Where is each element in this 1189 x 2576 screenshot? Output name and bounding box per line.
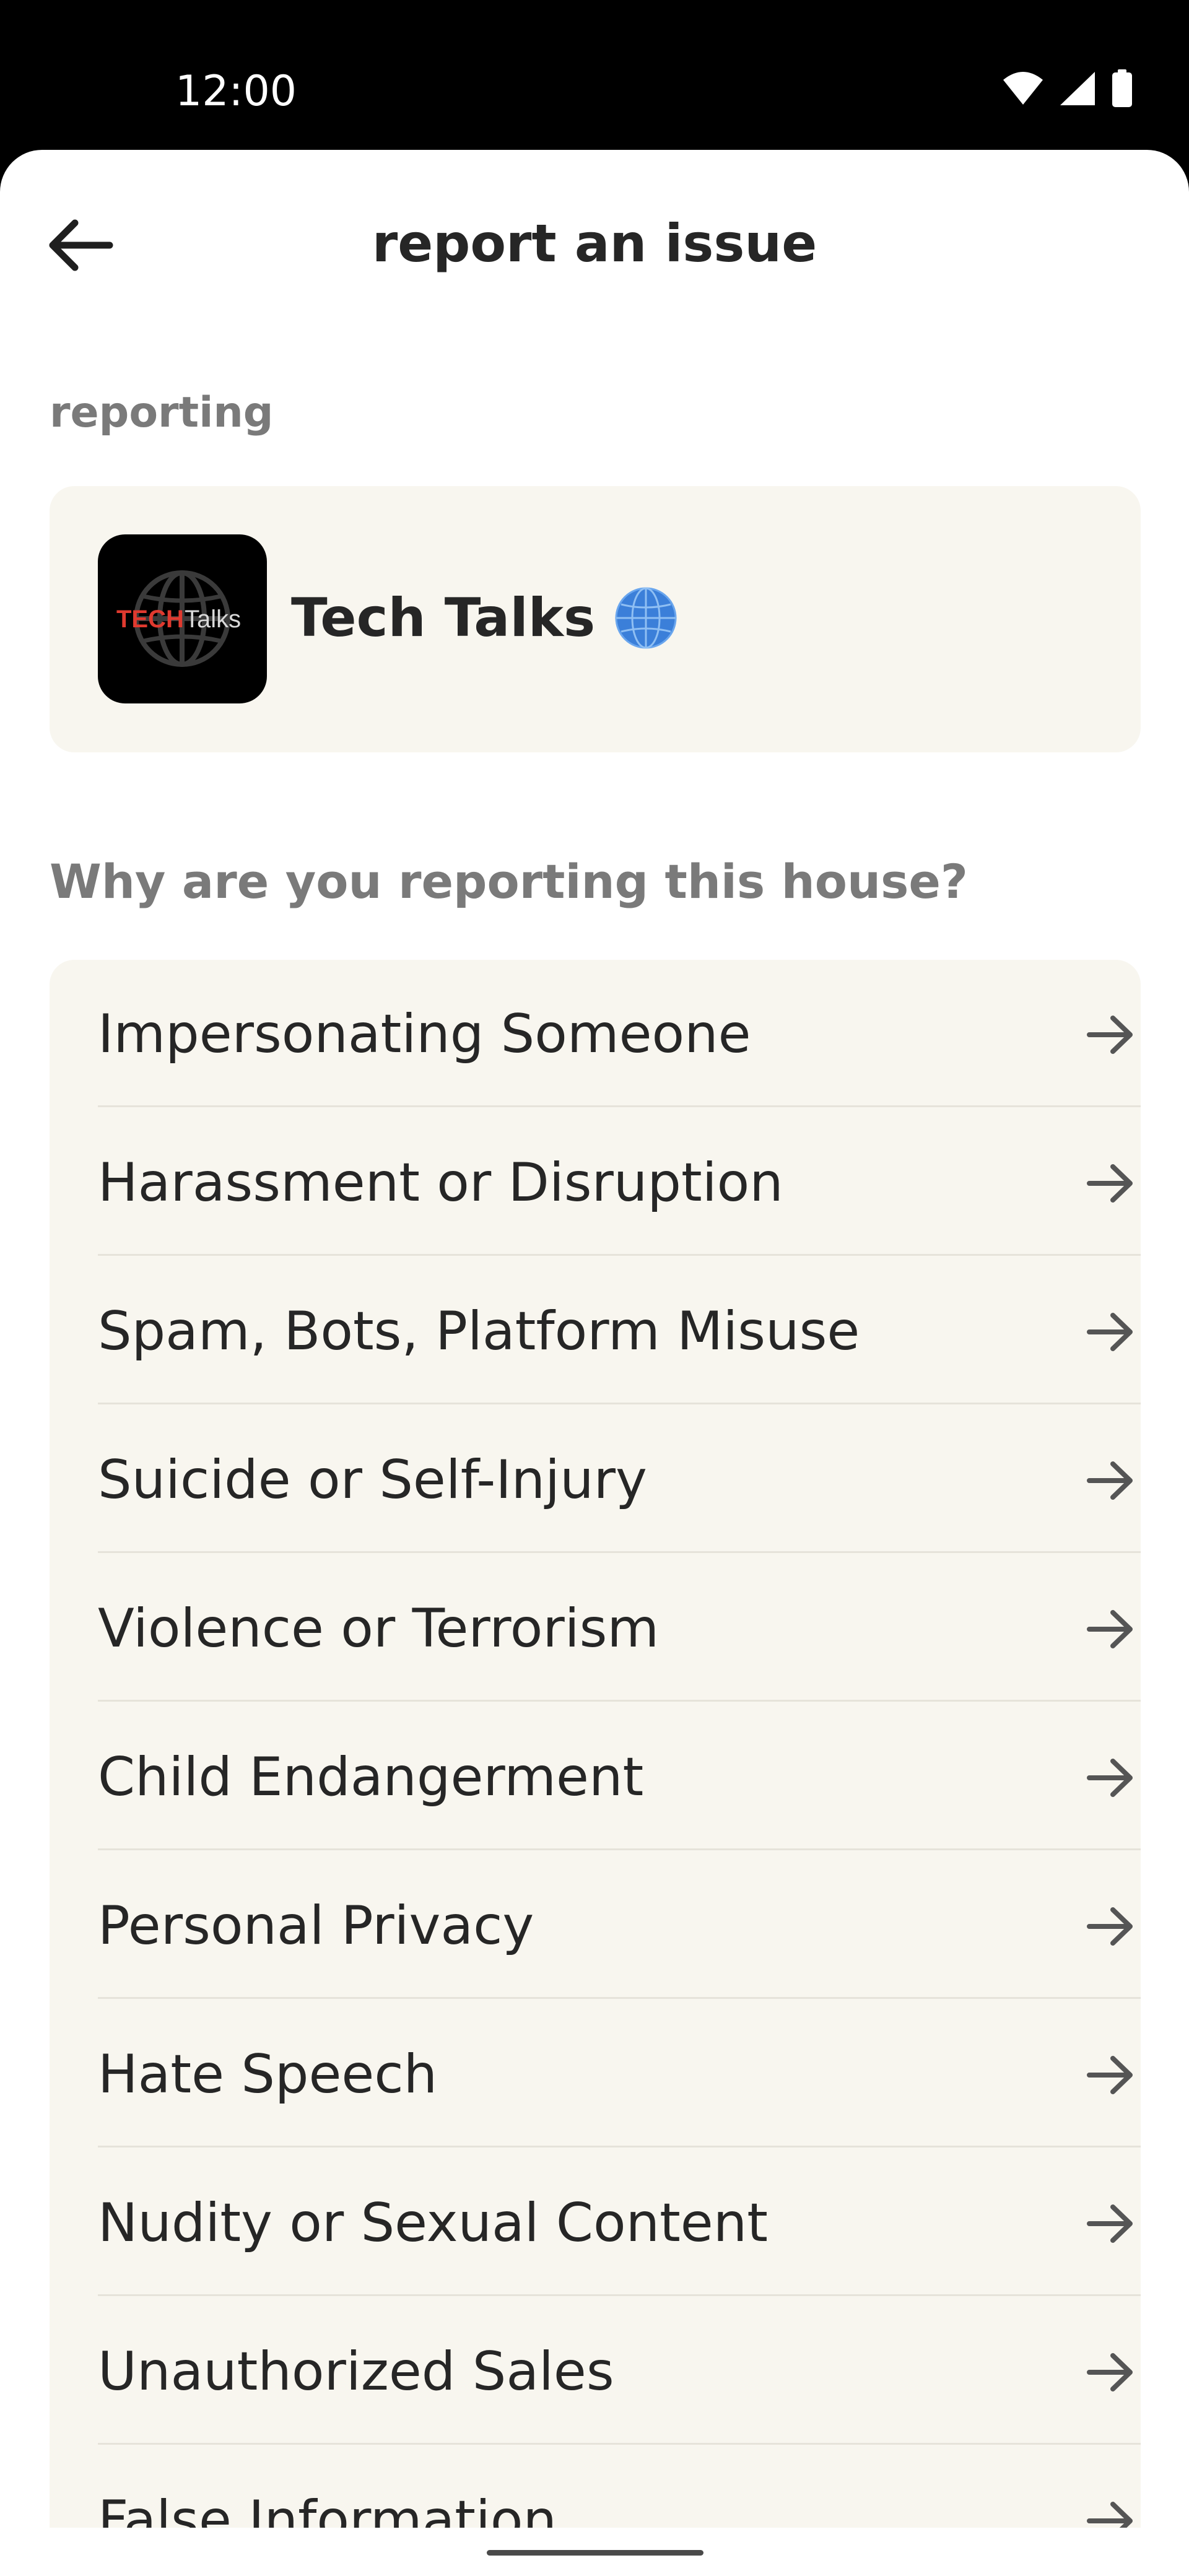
battery-icon	[1112, 69, 1132, 107]
arrow-right-icon	[1087, 1164, 1133, 1203]
arrow-right-icon	[1087, 2353, 1133, 2391]
reason-label: Spam, Bots, Platform Misuse	[98, 1300, 860, 1362]
globe-icon	[615, 587, 677, 649]
arrow-right-icon	[1087, 2204, 1133, 2243]
house-logo: TECH Talks	[98, 534, 267, 703]
reason-item-spam-bots-platform-misuse[interactable]: Spam, Bots, Platform Misuse	[98, 1257, 1141, 1404]
report-sheet: report an issue reporting TECH Talks Tec…	[0, 150, 1189, 2576]
reason-label: Harassment or Disruption	[98, 1152, 783, 1214]
logo-text-talks: Talks	[185, 606, 241, 633]
arrow-right-icon	[1087, 1313, 1133, 1351]
arrow-right-icon	[1087, 1610, 1133, 1648]
status-time: 12:00	[175, 67, 297, 116]
house-logo-image: TECH Talks	[116, 570, 241, 667]
reason-label: Child Endangerment	[98, 1746, 644, 1808]
status-bar: 12:00	[0, 0, 1189, 150]
reason-label: Personal Privacy	[98, 1895, 534, 1957]
arrow-right-icon	[1087, 1016, 1133, 1054]
reason-item-nudity-or-sexual-content[interactable]: Nudity or Sexual Content	[98, 2149, 1141, 2296]
arrow-right-icon	[1087, 1759, 1133, 1797]
reason-label: Hate Speech	[98, 2043, 438, 2105]
house-name-row: Tech Talks	[291, 584, 677, 652]
reason-item-impersonating-someone[interactable]: Impersonating Someone	[98, 960, 1141, 1107]
logo-text-tech: TECH	[116, 606, 184, 633]
page-title: report an issue	[372, 213, 817, 274]
status-icons	[1002, 68, 1133, 109]
wifi-icon	[1003, 72, 1043, 105]
cellular-signal-icon	[1060, 72, 1095, 105]
reason-item-child-endangerment[interactable]: Child Endangerment	[98, 1703, 1141, 1850]
arrow-right-icon	[1087, 1907, 1133, 1946]
report-reason-question: Why are you reporting this house?	[50, 854, 968, 909]
house-card: TECH Talks Tech Talks	[50, 486, 1141, 752]
reporting-label: reporting	[50, 388, 274, 437]
house-name: Tech Talks	[291, 587, 596, 649]
reason-label: Impersonating Someone	[98, 1003, 751, 1065]
reason-item-hate-speech[interactable]: Hate Speech	[98, 2000, 1141, 2147]
reason-label: Suicide or Self-Injury	[98, 1449, 647, 1511]
arrow-right-icon	[1087, 1461, 1133, 1500]
home-indicator[interactable]	[487, 2550, 703, 2556]
reason-item-personal-privacy[interactable]: Personal Privacy	[98, 1852, 1141, 1999]
reason-item-harassment-or-disruption[interactable]: Harassment or Disruption	[98, 1108, 1141, 1256]
reason-item-unauthorized-sales[interactable]: Unauthorized Sales	[98, 2297, 1141, 2445]
arrow-right-icon	[1087, 2056, 1133, 2094]
reason-item-suicide-or-self-injury[interactable]: Suicide or Self-Injury	[98, 1406, 1141, 1553]
reason-label: Unauthorized Sales	[98, 2341, 614, 2403]
reason-label: Nudity or Sexual Content	[98, 2192, 768, 2254]
reasons-list: Impersonating Someone Harassment or Disr…	[50, 960, 1141, 2576]
reason-label: Violence or Terrorism	[98, 1598, 660, 1660]
reason-item-violence-or-terrorism[interactable]: Violence or Terrorism	[98, 1554, 1141, 1702]
